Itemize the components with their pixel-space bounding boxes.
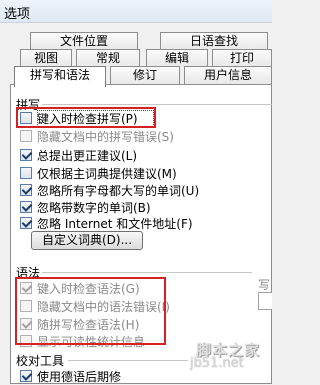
option-label: 仅根据主词典提供建议(M)	[37, 166, 177, 181]
option-label: 忽略所有字母都大写的单词(U)	[37, 183, 200, 198]
checkbox[interactable]	[20, 201, 32, 213]
highlight-box-spelling	[16, 107, 156, 128]
option-label: 总提出更正建议(L)	[37, 148, 138, 163]
option-label: 忽略 Internet 和文件地址(F)	[37, 216, 193, 231]
proofing-group-label: 校对工具	[16, 354, 65, 368]
option-label: 使用德语后期修	[37, 369, 122, 384]
checkbox[interactable]	[20, 130, 32, 142]
always-suggest-corrections-option[interactable]: 总提出更正建议(L)	[20, 147, 137, 163]
tab-edit[interactable]: 编辑	[146, 49, 208, 67]
tab-file-locations[interactable]: 文件位置	[30, 32, 138, 50]
proofing-divider	[68, 360, 188, 361]
tab-spelling-grammar[interactable]: 拼写和语法	[14, 66, 106, 87]
writing-style-label-fragment: 写	[258, 278, 271, 292]
options-dialog: 选项 文件位置 日语查找 视图 常规 编辑 打印 拼写和语法 修订 用户信息 拼…	[0, 0, 272, 384]
tab-user-info[interactable]: 用户信息	[184, 66, 272, 84]
spelling-divider	[42, 104, 272, 105]
checkbox[interactable]	[20, 149, 32, 161]
ignore-internet-file-addresses-option[interactable]: 忽略 Internet 和文件地址(F)	[20, 215, 193, 231]
ignore-words-with-numbers-option[interactable]: 忽略带数字的单词(B)	[20, 199, 151, 215]
tab-track-changes[interactable]: 修订	[110, 66, 180, 84]
checkbox[interactable]	[20, 217, 32, 229]
grammar-divider	[42, 272, 252, 273]
ignore-uppercase-option[interactable]: 忽略所有字母都大写的单词(U)	[20, 182, 199, 198]
window-title: 选项	[4, 7, 31, 22]
tab-general[interactable]: 常规	[76, 49, 140, 67]
highlight-box-grammar	[15, 277, 166, 345]
german-post-reform-option[interactable]: 使用德语后期修	[20, 368, 121, 384]
checkbox[interactable]	[20, 167, 32, 179]
title-bar: 选项	[0, 0, 272, 23]
tab-print[interactable]: 打印	[212, 49, 272, 67]
writing-style-dropdown[interactable]	[258, 292, 272, 310]
option-label: 忽略带数字的单词(B)	[37, 200, 151, 215]
tab-japanese-find[interactable]: 日语查找	[160, 32, 268, 50]
suggest-from-main-dictionary-option[interactable]: 仅根据主词典提供建议(M)	[20, 165, 177, 181]
checkbox[interactable]	[20, 184, 32, 196]
tab-view[interactable]: 视图	[20, 49, 72, 67]
custom-dictionaries-button[interactable]: 自定义词典(D)...	[31, 231, 143, 250]
checkbox[interactable]	[20, 370, 32, 382]
watermark-url: jb51.net	[190, 356, 244, 371]
hide-spelling-errors-option[interactable]: 隐藏文档中的拼写错误(S)	[20, 128, 174, 144]
option-label: 隐藏文档中的拼写错误(S)	[37, 129, 174, 144]
